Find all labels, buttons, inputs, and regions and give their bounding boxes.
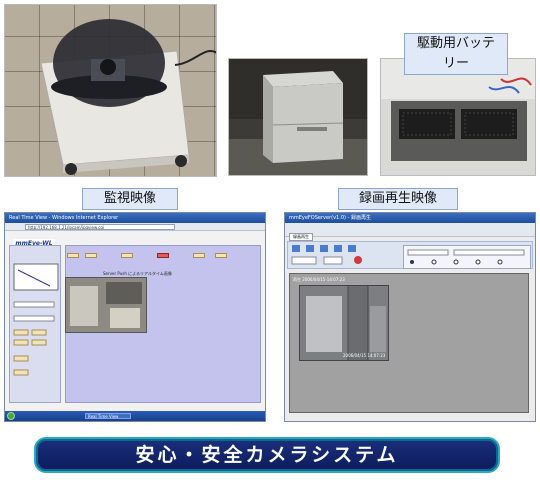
cabinet-photo [228,58,368,176]
live-video-frame [65,277,147,333]
playback-caption: 録画再生映像 [338,188,458,210]
playback-screenshot: mmEyeFOServer(v1.0) - 録画再生 録画再生 再生 2006/… [284,212,536,422]
playback-video-label: 再生 2006/04/15-14:07:23 [293,277,345,282]
battery-photo [380,58,536,176]
playback-video-frame [299,285,389,361]
monitor-record-button[interactable] [157,253,169,258]
camera-unit-photo [4,4,217,177]
side-panel-controls [13,263,59,376]
playback-options-controls [407,249,525,265]
monitor-control-button[interactable] [215,253,227,258]
taskbar-item[interactable]: Real Time View [85,413,131,419]
start-button[interactable] [7,412,15,420]
monitor-side-panel [9,245,61,403]
playback-toolbar-controls [291,245,362,265]
playback-video-image [300,286,388,360]
playback-tab-bar: 録画再生 [285,223,535,241]
title-banner: 安心・安全カメラシステム [34,437,500,473]
playback-timestamp: 2006/04/15 14:07:23 [343,353,386,358]
live-video-image [66,278,146,332]
playback-tab[interactable]: 録画再生 [289,233,313,241]
banner-title: 安心・安全カメラシステム [135,444,399,466]
playback-options-group [403,245,531,269]
monitor-caption: 監視映像 [82,188,178,210]
monitor-control-button[interactable] [193,253,205,258]
monitor-screenshot: Real Time View - Windows Internet Explor… [4,212,266,422]
monitor-window-title: Real Time View - Windows Internet Explor… [5,213,265,223]
windows-taskbar: Real Time View [5,411,265,421]
battery-caption: 駆動用バッテリー [404,33,508,75]
battery-drawing [381,59,535,161]
monitor-control-button[interactable] [121,253,133,258]
cabinet-drawing [229,59,367,175]
playback-window-title: mmEyeFOServer(v1.0) - 録画再生 [285,213,535,223]
camera-unit-drawing [40,19,216,175]
monitor-control-button[interactable] [67,253,79,258]
monitor-address-field: http://192.168.1.21/ipcam/jpgview.cgi [25,224,175,230]
monitor-control-button[interactable] [85,253,97,258]
